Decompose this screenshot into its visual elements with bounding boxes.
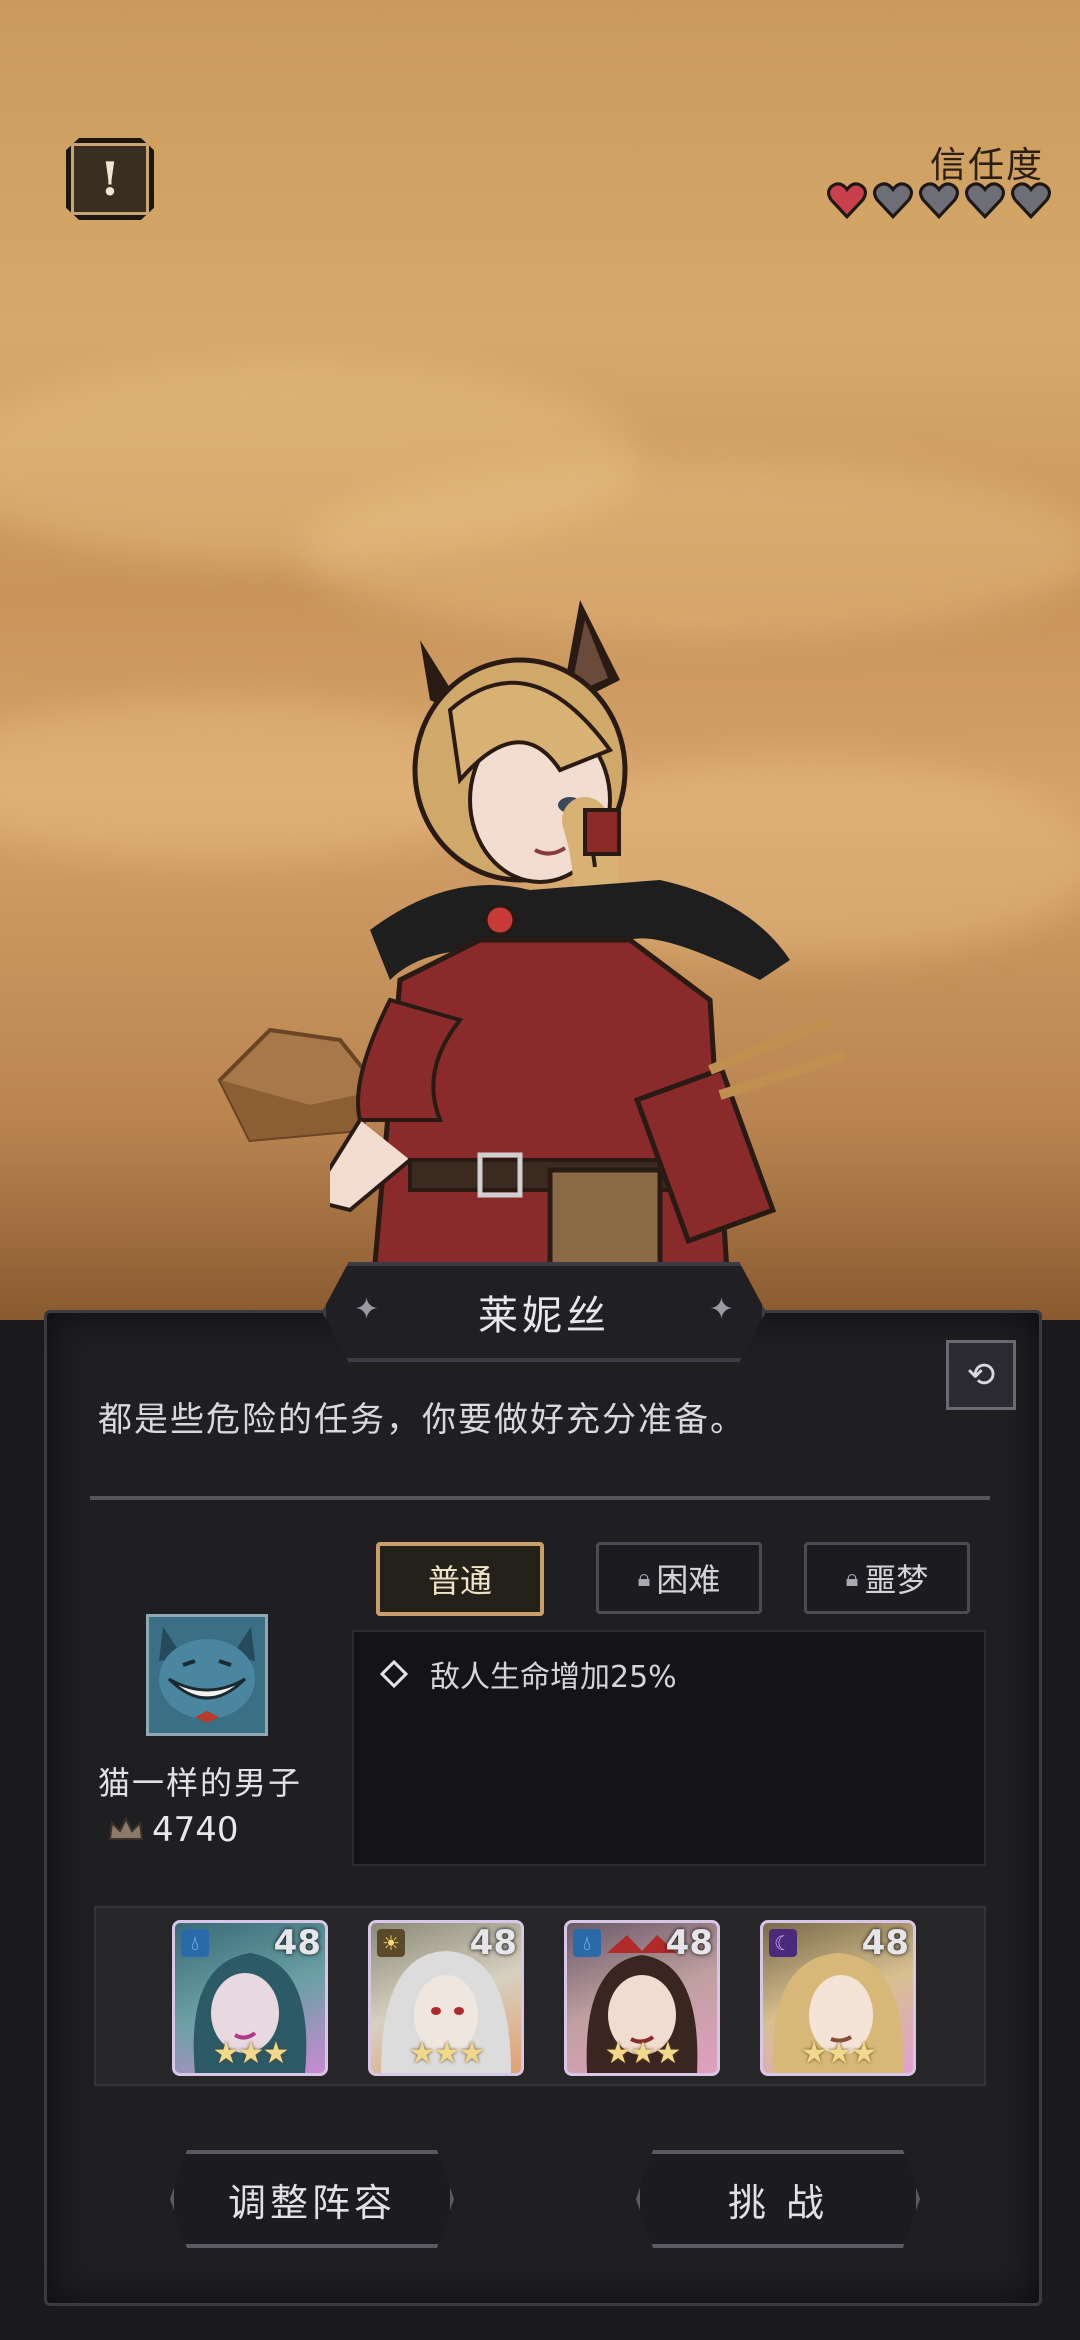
hero-stars: ★★★	[604, 2036, 682, 2071]
hero-stars: ★★★	[408, 2036, 486, 2071]
lock-icon: 🔒︎	[637, 1564, 651, 1592]
character-illustration	[330, 600, 847, 1320]
enemy-power: 4740	[108, 1810, 239, 1850]
lock-icon: 🔒︎	[845, 1564, 859, 1592]
effect-text: 敌人生命增加25%	[430, 1660, 677, 1695]
exclamation-icon: !	[99, 152, 121, 206]
crown-icon	[108, 1817, 144, 1840]
tab-label: 普通	[427, 1562, 492, 1600]
moon-icon: ☾	[769, 1929, 797, 1957]
hero-level: 48	[273, 1923, 321, 1963]
tab-label: 噩梦	[864, 1561, 929, 1599]
challenge-button[interactable]: 挑 战	[636, 2150, 920, 2248]
heart-empty-icon	[965, 182, 1005, 220]
challenge-label: 挑 战	[727, 2180, 829, 2225]
heart-empty-icon	[1011, 182, 1051, 220]
hero-level: 48	[665, 1923, 713, 1963]
hero-stars: ★★★	[212, 2036, 290, 2071]
character-name-plate: ✦ 莱妮丝 ✦	[322, 1262, 766, 1362]
effect-item: 敌人生命增加25%	[379, 1652, 677, 1696]
team-hero-1[interactable]: 💧︎ 48 ★★★	[172, 1920, 328, 2076]
tab-normal[interactable]: 普通	[376, 1542, 544, 1616]
adjust-lineup-button[interactable]: 调整阵容	[170, 2150, 454, 2248]
hero-stars: ★★★	[800, 2036, 878, 2071]
alert-button[interactable]: !	[66, 138, 154, 220]
sparkle-icon: ✦	[354, 1292, 380, 1327]
water-icon: 💧︎	[181, 1929, 209, 1957]
sparkle-icon: ✦	[708, 1292, 734, 1327]
tab-nightmare[interactable]: 🔒︎ 噩梦	[804, 1542, 970, 1614]
enemy-name: 猫一样的男子	[98, 1764, 303, 1802]
water-icon: 💧︎	[573, 1929, 601, 1957]
grinning-cat-icon	[149, 1617, 265, 1733]
team-hero-2[interactable]: ☀ 48 ★★★	[368, 1920, 524, 2076]
heart-empty-icon	[873, 182, 913, 220]
dialog-text: 都是些危险的任务，你要做好充分准备。	[98, 1400, 746, 1440]
team-hero-3[interactable]: 💧︎ 48 ★★★	[564, 1920, 720, 2076]
trust-hearts	[826, 180, 1052, 222]
swap-icon: ⟲	[966, 1355, 996, 1395]
tab-label: 困难	[656, 1561, 721, 1599]
adjust-lineup-label: 调整阵容	[227, 2180, 396, 2225]
sun-icon: ☀	[377, 1929, 405, 1957]
diamond-icon	[379, 1659, 409, 1689]
tab-hard[interactable]: 🔒︎ 困难	[596, 1542, 762, 1614]
switch-button[interactable]: ⟲	[946, 1340, 1016, 1410]
enemy-portrait[interactable]	[146, 1614, 268, 1736]
power-value: 4740	[152, 1810, 239, 1850]
character-name: 莱妮丝	[478, 1293, 610, 1339]
heart-empty-icon	[919, 182, 959, 220]
heart-filled-icon	[827, 182, 867, 220]
hero-level: 48	[469, 1923, 517, 1963]
hero-level: 48	[861, 1923, 909, 1963]
divider	[90, 1496, 990, 1500]
team-hero-4[interactable]: ☾ 48 ★★★	[760, 1920, 916, 2076]
